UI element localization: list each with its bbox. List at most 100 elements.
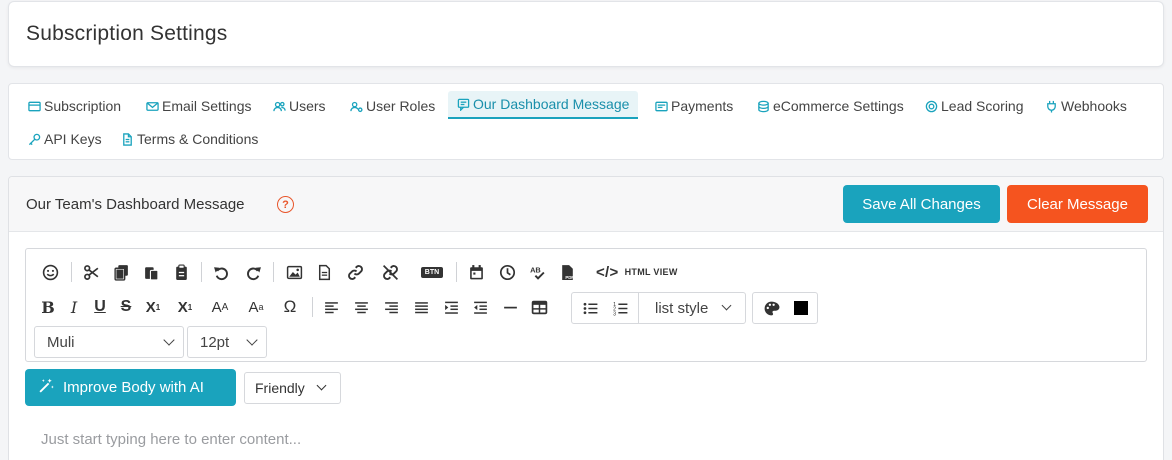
redo-icon[interactable] [239, 258, 267, 286]
undo-icon[interactable] [207, 258, 235, 286]
tab-terms-conditions[interactable]: Terms & Conditions [121, 125, 258, 153]
font-size-increase-icon[interactable]: AA [206, 293, 234, 321]
table-icon[interactable] [525, 293, 553, 321]
copy-icon[interactable] [107, 258, 135, 286]
paste-icon[interactable] [137, 258, 165, 286]
indent-icon[interactable] [437, 293, 465, 321]
settings-tabs: Subscription Email Settings Users User R… [8, 83, 1164, 160]
toolbar-divider [273, 262, 274, 282]
bold-icon[interactable]: B [34, 293, 62, 321]
tab-label: Subscription [44, 98, 122, 114]
tab-users[interactable]: Users [273, 92, 326, 120]
tab-our-dashboard-message[interactable]: Our Dashboard Message [448, 91, 639, 119]
panel-title: Our Team's Dashboard Message [26, 196, 245, 213]
toolbar-divider [456, 262, 457, 282]
editor-content-area[interactable]: Just start typing here to enter content.… [41, 431, 301, 448]
save-all-changes-button[interactable]: Save All Changes [843, 185, 1000, 223]
tab-label: Users [289, 98, 326, 114]
bullet-list-icon[interactable] [576, 294, 604, 322]
tab-label: API Keys [44, 131, 102, 147]
svg-text:3: 3 [613, 311, 616, 317]
unlink-icon[interactable] [376, 258, 404, 286]
link-icon[interactable] [341, 258, 369, 286]
toolbar-divider [312, 297, 313, 317]
align-center-icon[interactable] [347, 293, 375, 321]
toolbar-divider [201, 262, 202, 282]
tab-label: Lead Scoring [941, 98, 1024, 114]
outdent-icon[interactable] [466, 293, 494, 321]
tab-subscription[interactable]: Subscription [28, 92, 121, 120]
tab-ecommerce-settings[interactable]: eCommerce Settings [757, 92, 904, 120]
toolbar-divider [71, 262, 72, 282]
tab-label: User Roles [366, 98, 436, 114]
file-icon[interactable] [310, 258, 338, 286]
key-icon [28, 133, 41, 146]
improve-body-ai-button[interactable]: Improve Body with AI [25, 369, 236, 406]
ai-tone-select[interactable]: Friendly [244, 372, 341, 404]
superscript-icon[interactable]: X1 [139, 293, 167, 321]
italic-icon[interactable]: I [60, 293, 88, 321]
lead-scoring-icon [925, 100, 938, 113]
list-style-label: list style [655, 299, 709, 317]
tab-lead-scoring[interactable]: Lead Scoring [925, 92, 1024, 120]
users-icon [273, 100, 286, 113]
special-character-icon[interactable]: Ω [276, 293, 304, 321]
message-icon [457, 98, 470, 111]
tab-user-roles[interactable]: User Roles [350, 92, 435, 120]
tab-label: Webhooks [1061, 98, 1127, 114]
tab-email-settings[interactable]: Email Settings [146, 92, 251, 120]
database-icon [757, 100, 770, 113]
user-roles-icon [350, 100, 363, 113]
svg-text:PDF: PDF [565, 274, 574, 279]
tab-webhooks[interactable]: Webhooks [1045, 92, 1127, 120]
tab-payments[interactable]: Payments [655, 92, 733, 120]
strikethrough-icon[interactable]: S [112, 293, 140, 321]
image-icon[interactable] [280, 258, 308, 286]
improve-body-label: Improve Body with AI [63, 379, 204, 396]
font-family-select[interactable]: Muli [34, 326, 184, 358]
subscript-icon[interactable]: X1 [171, 293, 199, 321]
list-style-select[interactable]: list style [638, 292, 742, 324]
svg-text:AB: AB [530, 265, 541, 274]
paste-text-icon[interactable] [167, 258, 195, 286]
text-color-button[interactable] [787, 294, 815, 322]
spellcheck-icon[interactable]: AB [523, 258, 551, 286]
change-case-icon[interactable]: Aa [242, 293, 270, 321]
magic-wand-icon [38, 377, 55, 399]
clock-icon[interactable] [493, 258, 521, 286]
button-insert-icon[interactable]: BTN [414, 258, 450, 286]
chevron-down-icon [316, 380, 327, 391]
html-view-button[interactable]: </> HTML VIEW [596, 260, 678, 284]
tab-label: Email Settings [162, 98, 252, 114]
font-size-select[interactable]: 12pt [187, 326, 267, 358]
align-right-icon[interactable] [377, 293, 405, 321]
plug-icon [1045, 100, 1058, 113]
calendar-icon[interactable] [462, 258, 490, 286]
align-justify-icon[interactable] [407, 293, 435, 321]
payments-icon [655, 100, 668, 113]
tab-label: Terms & Conditions [137, 131, 259, 147]
help-icon[interactable]: ? [277, 196, 294, 213]
document-icon [121, 132, 134, 146]
clear-message-button[interactable]: Clear Message [1007, 185, 1148, 223]
chevron-down-icon [246, 334, 258, 346]
dashboard-message-panel: Our Team's Dashboard Message ? Save All … [8, 176, 1164, 460]
page-title: Subscription Settings [26, 22, 228, 45]
text-color-swatch [794, 301, 808, 315]
numbered-list-icon[interactable]: 123 [606, 294, 634, 322]
tab-label: Payments [671, 98, 734, 114]
emoji-icon[interactable] [36, 258, 64, 286]
cut-icon[interactable] [77, 258, 105, 286]
tab-api-keys[interactable]: API Keys [28, 125, 102, 153]
align-left-icon[interactable] [317, 293, 345, 321]
chevron-down-icon [721, 300, 732, 311]
palette-icon[interactable] [757, 294, 785, 322]
underline-icon[interactable]: U [86, 293, 114, 321]
rich-text-editor: BTN AB PDF </> HTML VIEW B I U S X1 X1 A… [25, 248, 1147, 362]
font-size-value: 12pt [200, 333, 230, 351]
chevron-down-icon [163, 334, 175, 346]
page-header-card: Subscription Settings [8, 1, 1164, 67]
horizontal-rule-icon[interactable] [496, 293, 524, 321]
pdf-icon[interactable]: PDF [553, 258, 581, 286]
subscription-icon [28, 100, 41, 113]
